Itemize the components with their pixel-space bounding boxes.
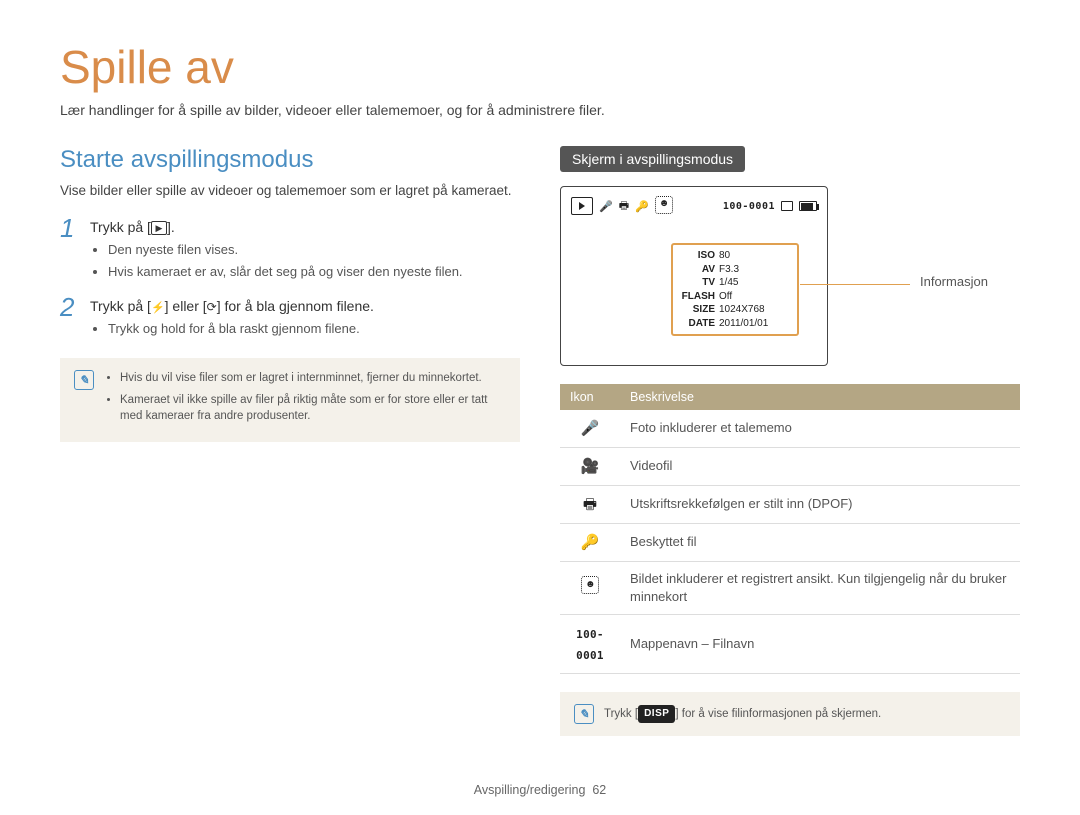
th-desc: Beskrivelse [620, 384, 1020, 410]
play-icon [571, 197, 593, 215]
timer-icon [207, 298, 217, 314]
table-row: Bildet inkluderer et registrert ansikt. … [560, 562, 1020, 615]
step-2: 2 Trykk på [] eller [] for å bla gjennom… [60, 294, 520, 342]
step-1-bullet: Den nyeste filen vises. [108, 241, 520, 259]
footer: Avspilling/redigering 62 [0, 783, 1080, 797]
face-detect-icon [655, 196, 673, 217]
note-item: Kameraet vil ikke spille av filer på rik… [120, 392, 506, 424]
note-icon: ✎ [74, 370, 94, 390]
key-icon: 🔑 [635, 200, 649, 213]
key-icon: 🔑 [560, 524, 620, 562]
folder-filename-icon: 100-0001 [560, 615, 620, 674]
table-desc: Foto inkluderer et talememo [620, 410, 1020, 448]
note-box: ✎ Hvis du vil vise filer som er lagret i… [60, 358, 520, 442]
step-2-text: Trykk på [] eller [] for å bla gjennom f… [90, 298, 520, 314]
section-heading-start: Starte avspillingsmodus [60, 146, 520, 174]
table-row: 100-0001Mappenavn – Filnavn [560, 615, 1020, 674]
table-desc: Bildet inkluderer et registrert ansikt. … [620, 562, 1020, 615]
th-icon: Ikon [560, 384, 620, 410]
mic-icon: 🎤 [560, 410, 620, 448]
table-row: 🎤Foto inkluderer et talememo [560, 410, 1020, 448]
play-button-icon: ▶ [151, 221, 167, 235]
table-row: 🖶Utskriftsrekkefølgen er stilt inn (DPOF… [560, 486, 1020, 524]
info-panel: ISO80 AVF3.3 TV1/45 FLASHOff SIZE1024X76… [671, 243, 799, 336]
step-2-bullet: Trykk og hold for å bla raskt gjennom fi… [108, 320, 520, 338]
card-icon [781, 201, 793, 211]
section-intro: Vise bilder eller spille av videoer og t… [60, 182, 520, 201]
print-icon: 🖶 [619, 197, 629, 216]
section-heading-screen: Skjerm i avspillingsmodus [560, 146, 745, 172]
file-indicator: 100-0001 [723, 201, 775, 212]
page-subtitle: Lær handlinger for å spille av bilder, v… [60, 102, 1020, 118]
note-box-disp: ✎ Trykk [DISP] for å vise filinformasjon… [560, 692, 1020, 736]
flash-icon [151, 298, 165, 314]
battery-icon [799, 201, 817, 211]
face-detect-icon [560, 562, 620, 615]
step-1-bullet: Hvis kameraet er av, slår det seg på og … [108, 263, 520, 281]
table-desc: Videofil [620, 448, 1020, 486]
step-1: 1 Trykk på [▶]. Den nyeste filen vises. … [60, 215, 520, 286]
table-desc: Beskyttet fil [620, 524, 1020, 562]
note-icon: ✎ [574, 704, 594, 724]
playback-screen-diagram: 🎤 🖶 🔑 100-0001 ISO80 AVF3.3 TV1/45 [560, 186, 1020, 366]
step-1-text: Trykk på [▶]. [90, 219, 520, 235]
step-number: 1 [60, 215, 80, 286]
icon-description-table: Ikon Beskrivelse 🎤Foto inkluderer et tal… [560, 384, 1020, 674]
table-desc: Mappenavn – Filnavn [620, 615, 1020, 674]
table-desc: Utskriftsrekkefølgen er stilt inn (DPOF) [620, 486, 1020, 524]
disp-button-icon: DISP [638, 705, 675, 723]
video-icon: 🎥 [560, 448, 620, 486]
note-item: Hvis du vil vise filer som er lagret i i… [120, 370, 506, 386]
mic-icon: 🎤 [599, 200, 613, 213]
step-number: 2 [60, 294, 80, 342]
print-icon: 🖶 [560, 486, 620, 524]
callout-label: Informasjon [920, 274, 988, 289]
page-title: Spille av [60, 40, 1020, 94]
table-row: 🔑Beskyttet fil [560, 524, 1020, 562]
table-row: 🎥Videofil [560, 448, 1020, 486]
callout-line [800, 284, 910, 285]
